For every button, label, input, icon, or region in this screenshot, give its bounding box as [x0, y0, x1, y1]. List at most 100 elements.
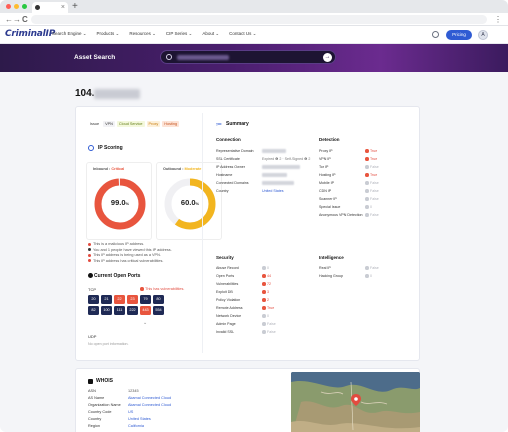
ip-tag[interactable]: Proxy: [146, 121, 161, 127]
nav-link-cip-series[interactable]: CIP Series ⌄: [166, 31, 192, 37]
whois-value[interactable]: California: [128, 423, 144, 430]
summary-row-key: Tor IP: [319, 165, 329, 169]
summary-row: Anonymous VPN Detection False: [319, 211, 379, 219]
tcp-port-chip[interactable]: 443: [140, 306, 151, 315]
browser-tab[interactable]: ×: [32, 2, 68, 13]
alert-list: This is a malicious IP address. You and 1…: [88, 242, 172, 264]
summary-row: Policy Violation 2: [216, 296, 276, 304]
search-icon: [166, 54, 172, 60]
summary-row: Country United States: [216, 187, 310, 195]
tcp-port-chip[interactable]: 111: [114, 306, 125, 315]
status-true-icon: [262, 282, 266, 286]
tcp-port-chip[interactable]: 79: [140, 295, 151, 304]
nav-link-resources[interactable]: Resources ⌄: [129, 31, 156, 37]
status-false-icon: [365, 266, 369, 270]
summary-row-text: 0: [267, 314, 269, 318]
pricing-button[interactable]: Pricing: [446, 30, 472, 40]
ip-tag[interactable]: Hosting: [162, 121, 180, 127]
summary-row-value: False: [365, 211, 379, 219]
tcp-port-chip[interactable]: 80: [153, 295, 164, 304]
summary-row-value: False: [262, 328, 276, 336]
summary-row: Exploit DB 3: [216, 288, 276, 296]
summary-row-key: Hosting IP: [319, 173, 336, 177]
summary-row-key: Anonymous VPN Detection: [319, 213, 363, 217]
tab-favicon-icon: [35, 5, 40, 10]
browser-menu-icon[interactable]: ⋮: [494, 14, 502, 25]
user-avatar[interactable]: A: [478, 30, 488, 40]
ip-tag[interactable]: Cloud Service: [116, 121, 145, 127]
location-map[interactable]: [291, 372, 420, 432]
status-false-icon: [262, 322, 266, 326]
forward-icon[interactable]: →: [13, 14, 21, 25]
summary-row: Open Ports 44: [216, 272, 276, 280]
whois-value[interactable]: United States: [128, 416, 151, 423]
summary-row-value: [262, 171, 287, 179]
search-submit-button[interactable]: →: [323, 53, 332, 62]
status-false-icon: [365, 189, 369, 193]
summary-row: Representative Domain: [216, 147, 310, 155]
nav-link-contact[interactable]: Contact Us ⌄: [229, 31, 256, 37]
nav-link-about[interactable]: About ⌄: [202, 31, 219, 37]
tab-close-icon[interactable]: ×: [61, 2, 65, 13]
address-bar[interactable]: [31, 15, 487, 24]
tcp-port-chip[interactable]: 100: [101, 306, 112, 315]
summary-row: Scanner IP False: [319, 195, 379, 203]
summary-row-text: False: [267, 330, 276, 334]
tcp-port-chip[interactable]: 23: [127, 295, 138, 304]
maximize-window-dot[interactable]: [22, 4, 27, 9]
tcp-port-chip[interactable]: 222: [127, 306, 138, 315]
alert-text: This is a malicious IP address.: [93, 242, 145, 246]
tcp-port-chip[interactable]: 554: [153, 306, 164, 315]
status-false-icon: [365, 181, 369, 185]
alert-bullet-icon: [88, 248, 91, 251]
summary-row: Vulnerabilities 72: [216, 280, 276, 288]
whois-key: Country: [88, 417, 102, 421]
tab-strip: × +: [0, 0, 508, 13]
summary-row-value: False: [262, 320, 276, 328]
whois-key: Organization Name: [88, 403, 121, 407]
summary-row-key: Open Ports: [216, 274, 235, 278]
status-true-icon: [365, 157, 369, 161]
tcp-port-chip[interactable]: 20: [88, 295, 99, 304]
status-false-icon: [365, 197, 369, 201]
detection-rows: Proxy IP True VPN IP True Tor IP False Hosting…: [319, 147, 379, 219]
search-input[interactable]: →: [160, 50, 336, 64]
whois-value[interactable]: Akamai Connected Cloud: [128, 402, 171, 409]
back-icon[interactable]: ←: [5, 14, 13, 25]
summary-row-text: False: [267, 322, 276, 326]
nav-link-products[interactable]: Products ⌄: [97, 31, 120, 37]
tcp-vulnerability-note: This has vulnerabilities.: [140, 287, 184, 291]
ip-tag[interactable]: VPN: [103, 121, 115, 127]
summary-row: Admin Page False: [216, 320, 276, 328]
new-tab-button[interactable]: +: [72, 0, 78, 13]
whois-key: Region: [88, 424, 101, 428]
tcp-port-chip[interactable]: 22: [114, 295, 125, 304]
summary-row-text: 3: [267, 290, 269, 294]
minimize-window-dot[interactable]: [14, 4, 19, 9]
site-navbar: CriminalIP Search Engine ⌄ Products ⌄ Re…: [0, 26, 508, 44]
summary-row-key: Representative Domain: [216, 149, 254, 153]
language-globe-icon[interactable]: [432, 31, 439, 38]
summary-row: SSL Certificate Expired ❶ 2 · Self-Signed…: [216, 155, 310, 163]
close-window-dot[interactable]: [6, 4, 11, 9]
browser-window: × + ← → C ⋮ CriminalIP Search Engine ⌄ P…: [0, 0, 508, 432]
ip-tag[interactable]: Issue: [88, 121, 102, 127]
tcp-port-chip[interactable]: 21: [101, 295, 112, 304]
whois-value[interactable]: US: [128, 409, 133, 416]
summary-row-key: Country: [216, 189, 229, 193]
status-true-icon: [365, 173, 369, 177]
summary-row-key: Policy Violation: [216, 298, 241, 302]
expand-ports-icon[interactable]: ⌄: [143, 320, 147, 326]
whois-title: WHOIS: [96, 378, 113, 384]
ports-icon: [88, 273, 93, 278]
tcp-port-chip[interactable]: 82: [88, 306, 99, 315]
intelligence-rows: Real IP False Hacking Group 0: [319, 264, 379, 280]
alert-bullet-icon: [88, 242, 91, 246]
nav-link-search-engine[interactable]: Search Engine ⌄: [52, 31, 87, 37]
whois-row: Country United States: [88, 416, 171, 423]
site-logo[interactable]: CriminalIP: [5, 29, 55, 39]
inbound-gauge: Inbound : Critical 99.0%: [86, 162, 152, 240]
status-false-icon: [262, 330, 266, 334]
whois-value[interactable]: Akamai Connected Cloud: [128, 395, 171, 402]
reload-icon[interactable]: C: [22, 14, 28, 25]
